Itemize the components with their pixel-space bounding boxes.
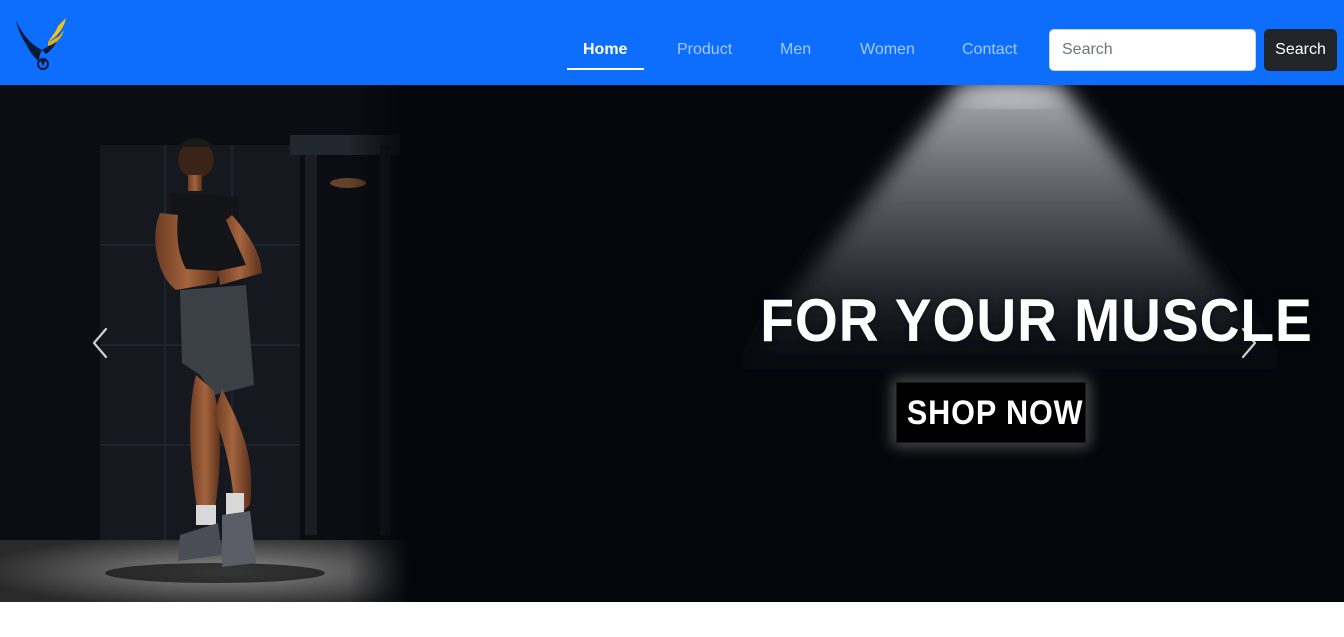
chevron-left-icon [92,327,108,359]
search-input[interactable] [1049,29,1256,71]
chevron-right-icon [1241,327,1257,359]
navbar: Home Product Men Women Contact Search [0,0,1344,85]
eagle-logo-icon [16,18,66,70]
carousel-prev-button[interactable] [86,325,116,361]
nav-link-contact[interactable]: Contact [962,40,1017,60]
shop-now-label: SHOP NOW [906,394,1084,432]
shop-now-button[interactable]: SHOP NOW [896,382,1086,443]
hero-headline: FOR YOUR MUSCLE [760,287,1313,354]
hero-carousel: FOR YOUR MUSCLE SHOP NOW [0,85,1344,602]
search-button[interactable]: Search [1264,29,1337,71]
nav-link-men[interactable]: Men [780,40,811,60]
hero-athlete-image [0,85,410,602]
brand-logo[interactable] [12,14,70,72]
nav-link-home[interactable]: Home [583,40,627,60]
nav-link-product[interactable]: Product [677,40,732,60]
active-nav-indicator [567,68,644,70]
nav-link-women[interactable]: Women [860,40,915,60]
carousel-next-button[interactable] [1233,325,1263,361]
